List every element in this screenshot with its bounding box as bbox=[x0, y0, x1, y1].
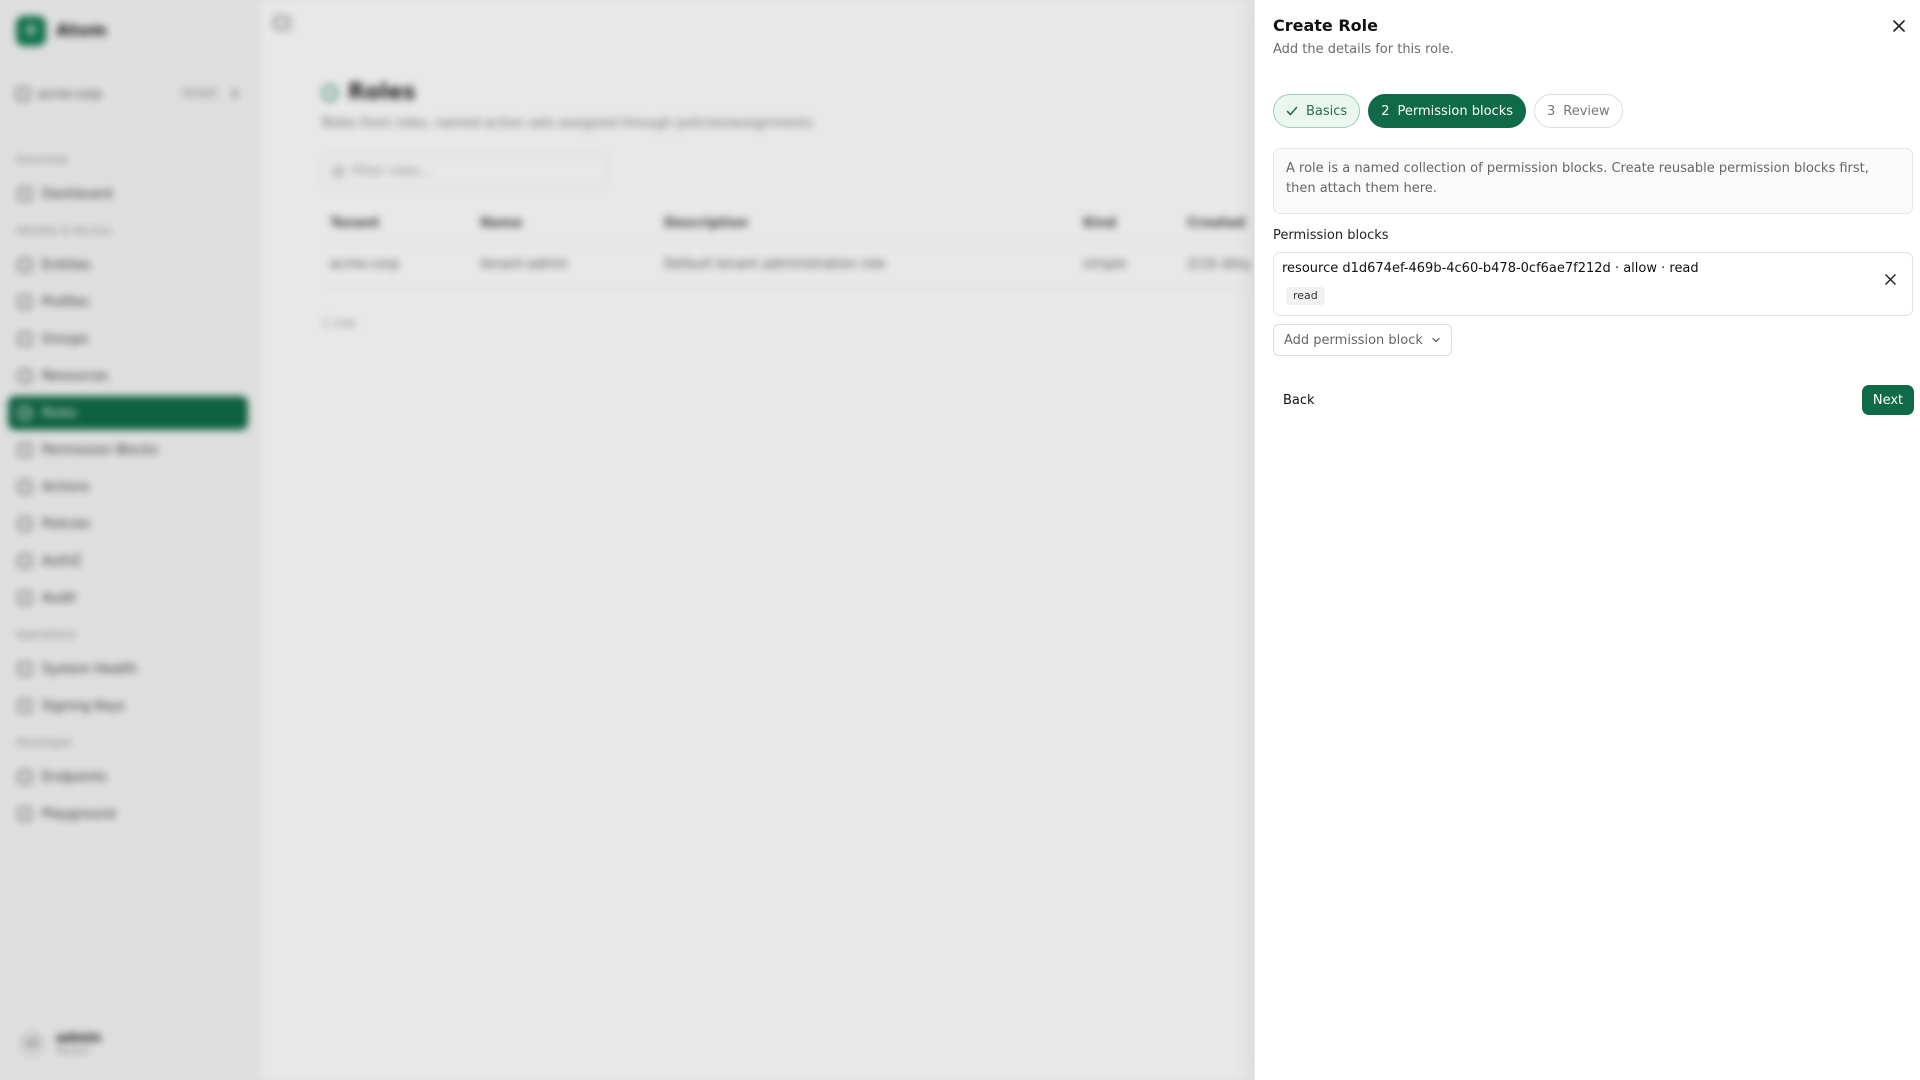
step-label: Review bbox=[1563, 103, 1610, 119]
step-label: Permission blocks bbox=[1397, 103, 1513, 119]
stepper: Basics 2 Permission blocks 3 Review bbox=[1273, 94, 1623, 128]
add-permission-block-select[interactable]: Add permission block bbox=[1273, 324, 1452, 356]
chevron-down-icon bbox=[1432, 337, 1440, 343]
add-block-label: Add permission block bbox=[1284, 332, 1423, 348]
close-icon bbox=[1884, 273, 1896, 285]
info-callout: A role is a named collection of permissi… bbox=[1273, 148, 1913, 214]
step-label: Basics bbox=[1306, 103, 1348, 119]
permission-block-title: resource d1d674ef-469b-4c60-b478-0cf6ae7… bbox=[1282, 261, 1699, 276]
action-badge: read bbox=[1286, 287, 1325, 305]
permission-blocks-label: Permission blocks bbox=[1273, 228, 1389, 243]
next-button[interactable]: Next bbox=[1862, 385, 1914, 415]
sheet-description: Add the details for this role. bbox=[1273, 42, 1454, 57]
step-review[interactable]: 3 Review bbox=[1534, 94, 1623, 128]
step-number: 2 bbox=[1381, 103, 1390, 119]
create-role-sheet: Create Role Add the details for this rol… bbox=[1254, 0, 1920, 1080]
permission-block-item: resource d1d674ef-469b-4c60-b478-0cf6ae7… bbox=[1273, 252, 1913, 316]
check-icon bbox=[1286, 106, 1298, 116]
remove-block-button[interactable] bbox=[1880, 269, 1900, 289]
step-number: 3 bbox=[1547, 103, 1556, 119]
close-button[interactable] bbox=[1889, 16, 1909, 36]
step-basics[interactable]: Basics bbox=[1273, 94, 1361, 128]
back-button[interactable]: Back bbox=[1273, 385, 1325, 415]
close-icon bbox=[1893, 20, 1905, 32]
sheet-title: Create Role bbox=[1273, 16, 1378, 35]
step-permission-blocks[interactable]: 2 Permission blocks bbox=[1368, 94, 1526, 128]
